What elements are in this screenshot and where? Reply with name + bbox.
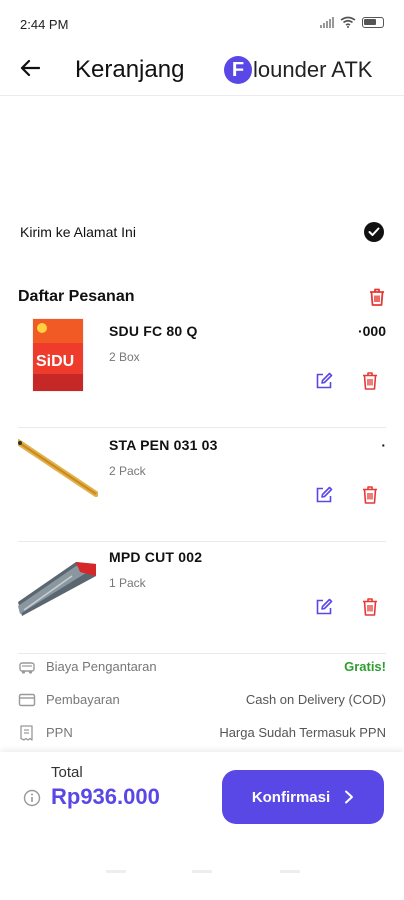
- card-icon: [18, 693, 36, 706]
- trash-icon[interactable]: [360, 596, 380, 618]
- ship-to-address-label: Kirim ke Alamat Ini: [20, 224, 136, 240]
- battery-icon: [362, 16, 384, 28]
- summary-label: PPN: [46, 725, 73, 740]
- chevron-right-icon: [345, 790, 354, 804]
- orders-header: Daftar Pesanan: [18, 284, 388, 310]
- item-name: SDU FC 80 Q: [109, 323, 198, 339]
- summary-value: Gratis!: [344, 659, 386, 674]
- check-icon[interactable]: [364, 222, 384, 242]
- summary-label: Pembayaran: [46, 692, 120, 707]
- app-header: Keranjang F lounder ATK: [0, 48, 404, 96]
- confirm-label: Konfirmasi: [251, 788, 331, 806]
- confirm-button[interactable]: Konfirmasi: [222, 770, 384, 824]
- arrow-left-icon: [20, 59, 40, 77]
- wifi-icon: [340, 16, 356, 28]
- nav-hint: [192, 870, 212, 873]
- receipt-icon: [20, 724, 33, 741]
- trash-icon[interactable]: [360, 370, 380, 392]
- summary-payment-row: Pembayaran Cash on Delivery (COD): [18, 683, 386, 716]
- trash-icon[interactable]: [360, 484, 380, 506]
- edit-icon[interactable]: [314, 371, 334, 391]
- brand-mark-icon: F: [224, 56, 252, 84]
- delete-all-trash-icon[interactable]: [366, 286, 388, 308]
- page-title: Keranjang: [75, 56, 185, 83]
- product-image: [18, 542, 98, 622]
- brand-logo: F lounder ATK: [224, 56, 372, 84]
- summary-value: Harga Sudah Termasuk PPN: [219, 725, 386, 740]
- total-value: Rp936.000: [51, 784, 160, 809]
- order-item: SiDU SDU FC 80 Q 2 Box ·000: [18, 316, 386, 428]
- status-icons: [320, 16, 384, 28]
- item-price: ·: [381, 437, 386, 453]
- checkout-bar: Total Rp936.000 Konfirmasi: [0, 752, 404, 900]
- status-time: 2:44 PM: [20, 17, 69, 32]
- signal-icon: [320, 16, 334, 28]
- svg-text:SiDU: SiDU: [36, 353, 74, 370]
- ship-to-address-row[interactable]: Kirim ke Alamat Ini: [20, 220, 384, 244]
- edit-icon[interactable]: [314, 485, 334, 505]
- order-item: STA PEN 031 03 2 Pack ·: [18, 430, 386, 542]
- item-quantity: 2 Box: [109, 350, 140, 364]
- truck-icon: [19, 661, 35, 674]
- summary-tax-row: PPN Harga Sudah Termasuk PPN: [18, 716, 386, 749]
- item-name: STA PEN 031 03: [109, 437, 218, 453]
- nav-hint: [106, 870, 126, 873]
- order-item: MPD CUT 002 1 Pack: [18, 542, 386, 654]
- total-label: Total: [51, 764, 83, 781]
- product-image: SiDU: [18, 316, 98, 396]
- back-button[interactable]: [16, 54, 44, 82]
- orders-title: Daftar Pesanan: [18, 288, 135, 305]
- item-price: ·000: [357, 323, 386, 339]
- info-icon[interactable]: [23, 789, 41, 807]
- summary-label: Biaya Pengantaran: [46, 659, 157, 674]
- summary-value: Cash on Delivery (COD): [245, 692, 386, 707]
- status-bar: 2:44 PM: [0, 0, 404, 48]
- item-quantity: 2 Pack: [109, 464, 146, 478]
- item-quantity: 1 Pack: [109, 576, 146, 590]
- summary-delivery-row: Biaya Pengantaran Gratis!: [18, 650, 386, 683]
- product-image: [18, 430, 98, 510]
- edit-icon[interactable]: [314, 597, 334, 617]
- nav-hint: [280, 870, 300, 873]
- item-name: MPD CUT 002: [109, 549, 203, 565]
- brand-text: lounder ATK: [253, 57, 373, 82]
